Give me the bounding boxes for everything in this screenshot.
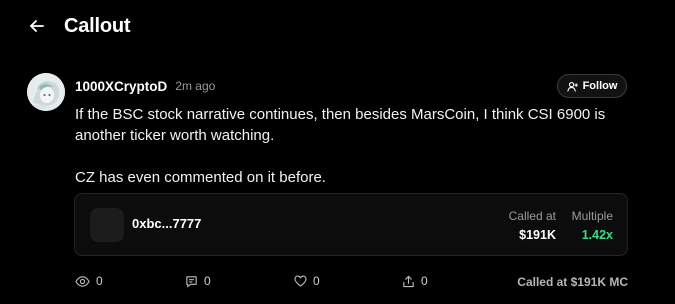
page-header: Callout <box>28 12 131 40</box>
follow-button[interactable]: Follow <box>557 74 627 98</box>
eye-icon <box>75 275 90 288</box>
multiple-label: Multiple <box>571 209 613 223</box>
author-name[interactable]: 1000XCryptoD <box>75 79 167 94</box>
shares-count: 0 <box>421 274 428 288</box>
post-time: 2m ago <box>175 79 216 93</box>
post-actions: 0 0 0 0 Called at $191K MC <box>75 274 628 290</box>
views-count: 0 <box>96 274 103 288</box>
token-logo <box>90 208 124 242</box>
likes-action[interactable]: 0 <box>294 274 320 288</box>
post-paragraph: CZ has even commented on it before. <box>75 169 326 186</box>
comments-action[interactable]: 0 <box>185 274 211 288</box>
avatar[interactable] <box>27 73 65 111</box>
comments-count: 0 <box>204 274 211 288</box>
token-card[interactable]: 0xbc...7777 Called at $191K Multiple 1.4… <box>74 193 628 256</box>
called-at-label: Called at <box>508 209 556 223</box>
share-icon <box>402 275 415 288</box>
back-button[interactable] <box>28 17 46 35</box>
comment-icon <box>185 275 198 288</box>
called-at-value: $191K <box>519 228 556 242</box>
post-paragraph: If the BSC stock narrative continues, th… <box>75 106 606 144</box>
token-address: 0xbc...7777 <box>132 216 202 231</box>
post-author-row: 1000XCryptoD 2m ago <box>75 77 215 95</box>
callout-page: Callout 1000XCryptoD 2m ago Follow If th… <box>0 0 675 304</box>
page-title: Callout <box>64 14 131 37</box>
arrow-left-icon <box>28 17 46 35</box>
called-at-footer: Called at $191K MC <box>517 275 628 289</box>
heart-icon <box>294 275 307 287</box>
share-action[interactable]: 0 <box>402 274 428 288</box>
likes-count: 0 <box>313 274 320 288</box>
user-icon <box>566 81 578 92</box>
follow-label: Follow <box>582 80 618 92</box>
multiple-value: 1.42x <box>581 228 613 242</box>
post-body: If the BSC stock narrative continues, th… <box>75 104 635 188</box>
views-action[interactable]: 0 <box>75 274 103 288</box>
